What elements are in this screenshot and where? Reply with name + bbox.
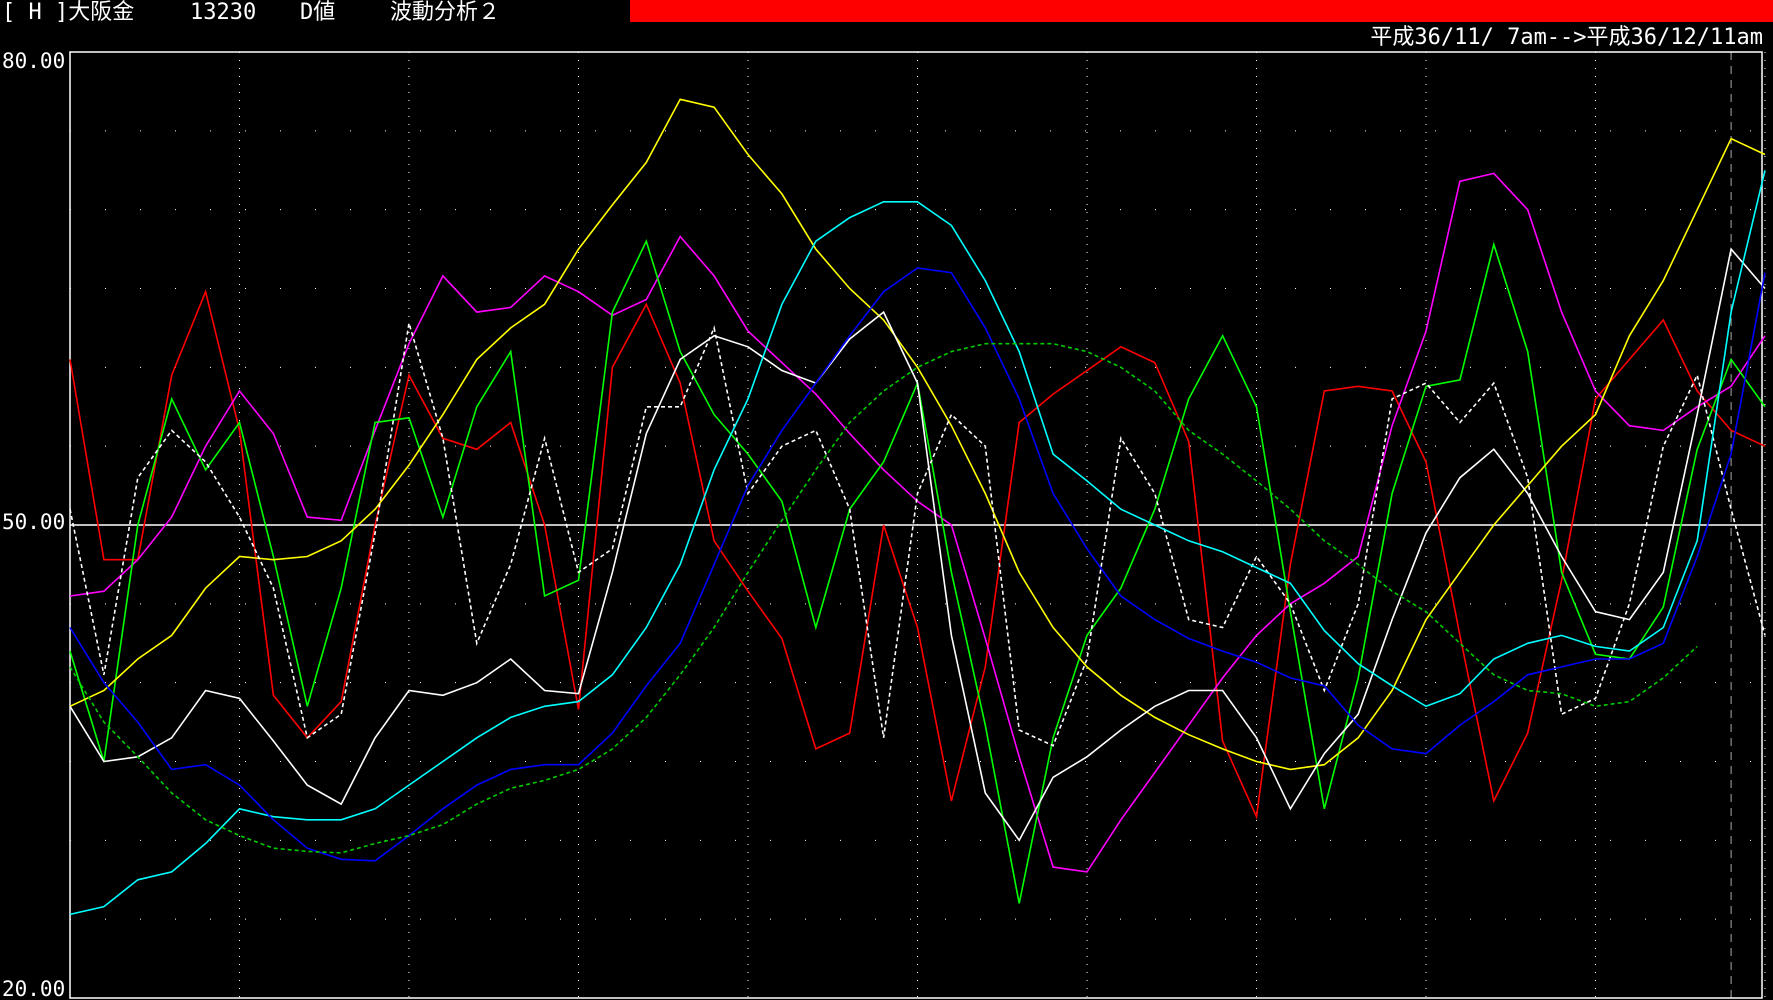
series-line-5 [69,247,1766,842]
y-tick-label: 20.00 [2,977,65,1000]
y-tick-label: 50.00 [2,510,65,534]
wave-analysis-chart[interactable]: 80.00 50.00 20.00 [0,0,1773,1000]
series-line-1 [69,289,1766,820]
y-tick-label: 80.00 [2,49,65,73]
chart-grid [70,52,1766,998]
series-lines [69,98,1766,916]
series-line-7 [69,170,1766,916]
y-axis-labels: 80.00 50.00 20.00 [2,49,65,1000]
